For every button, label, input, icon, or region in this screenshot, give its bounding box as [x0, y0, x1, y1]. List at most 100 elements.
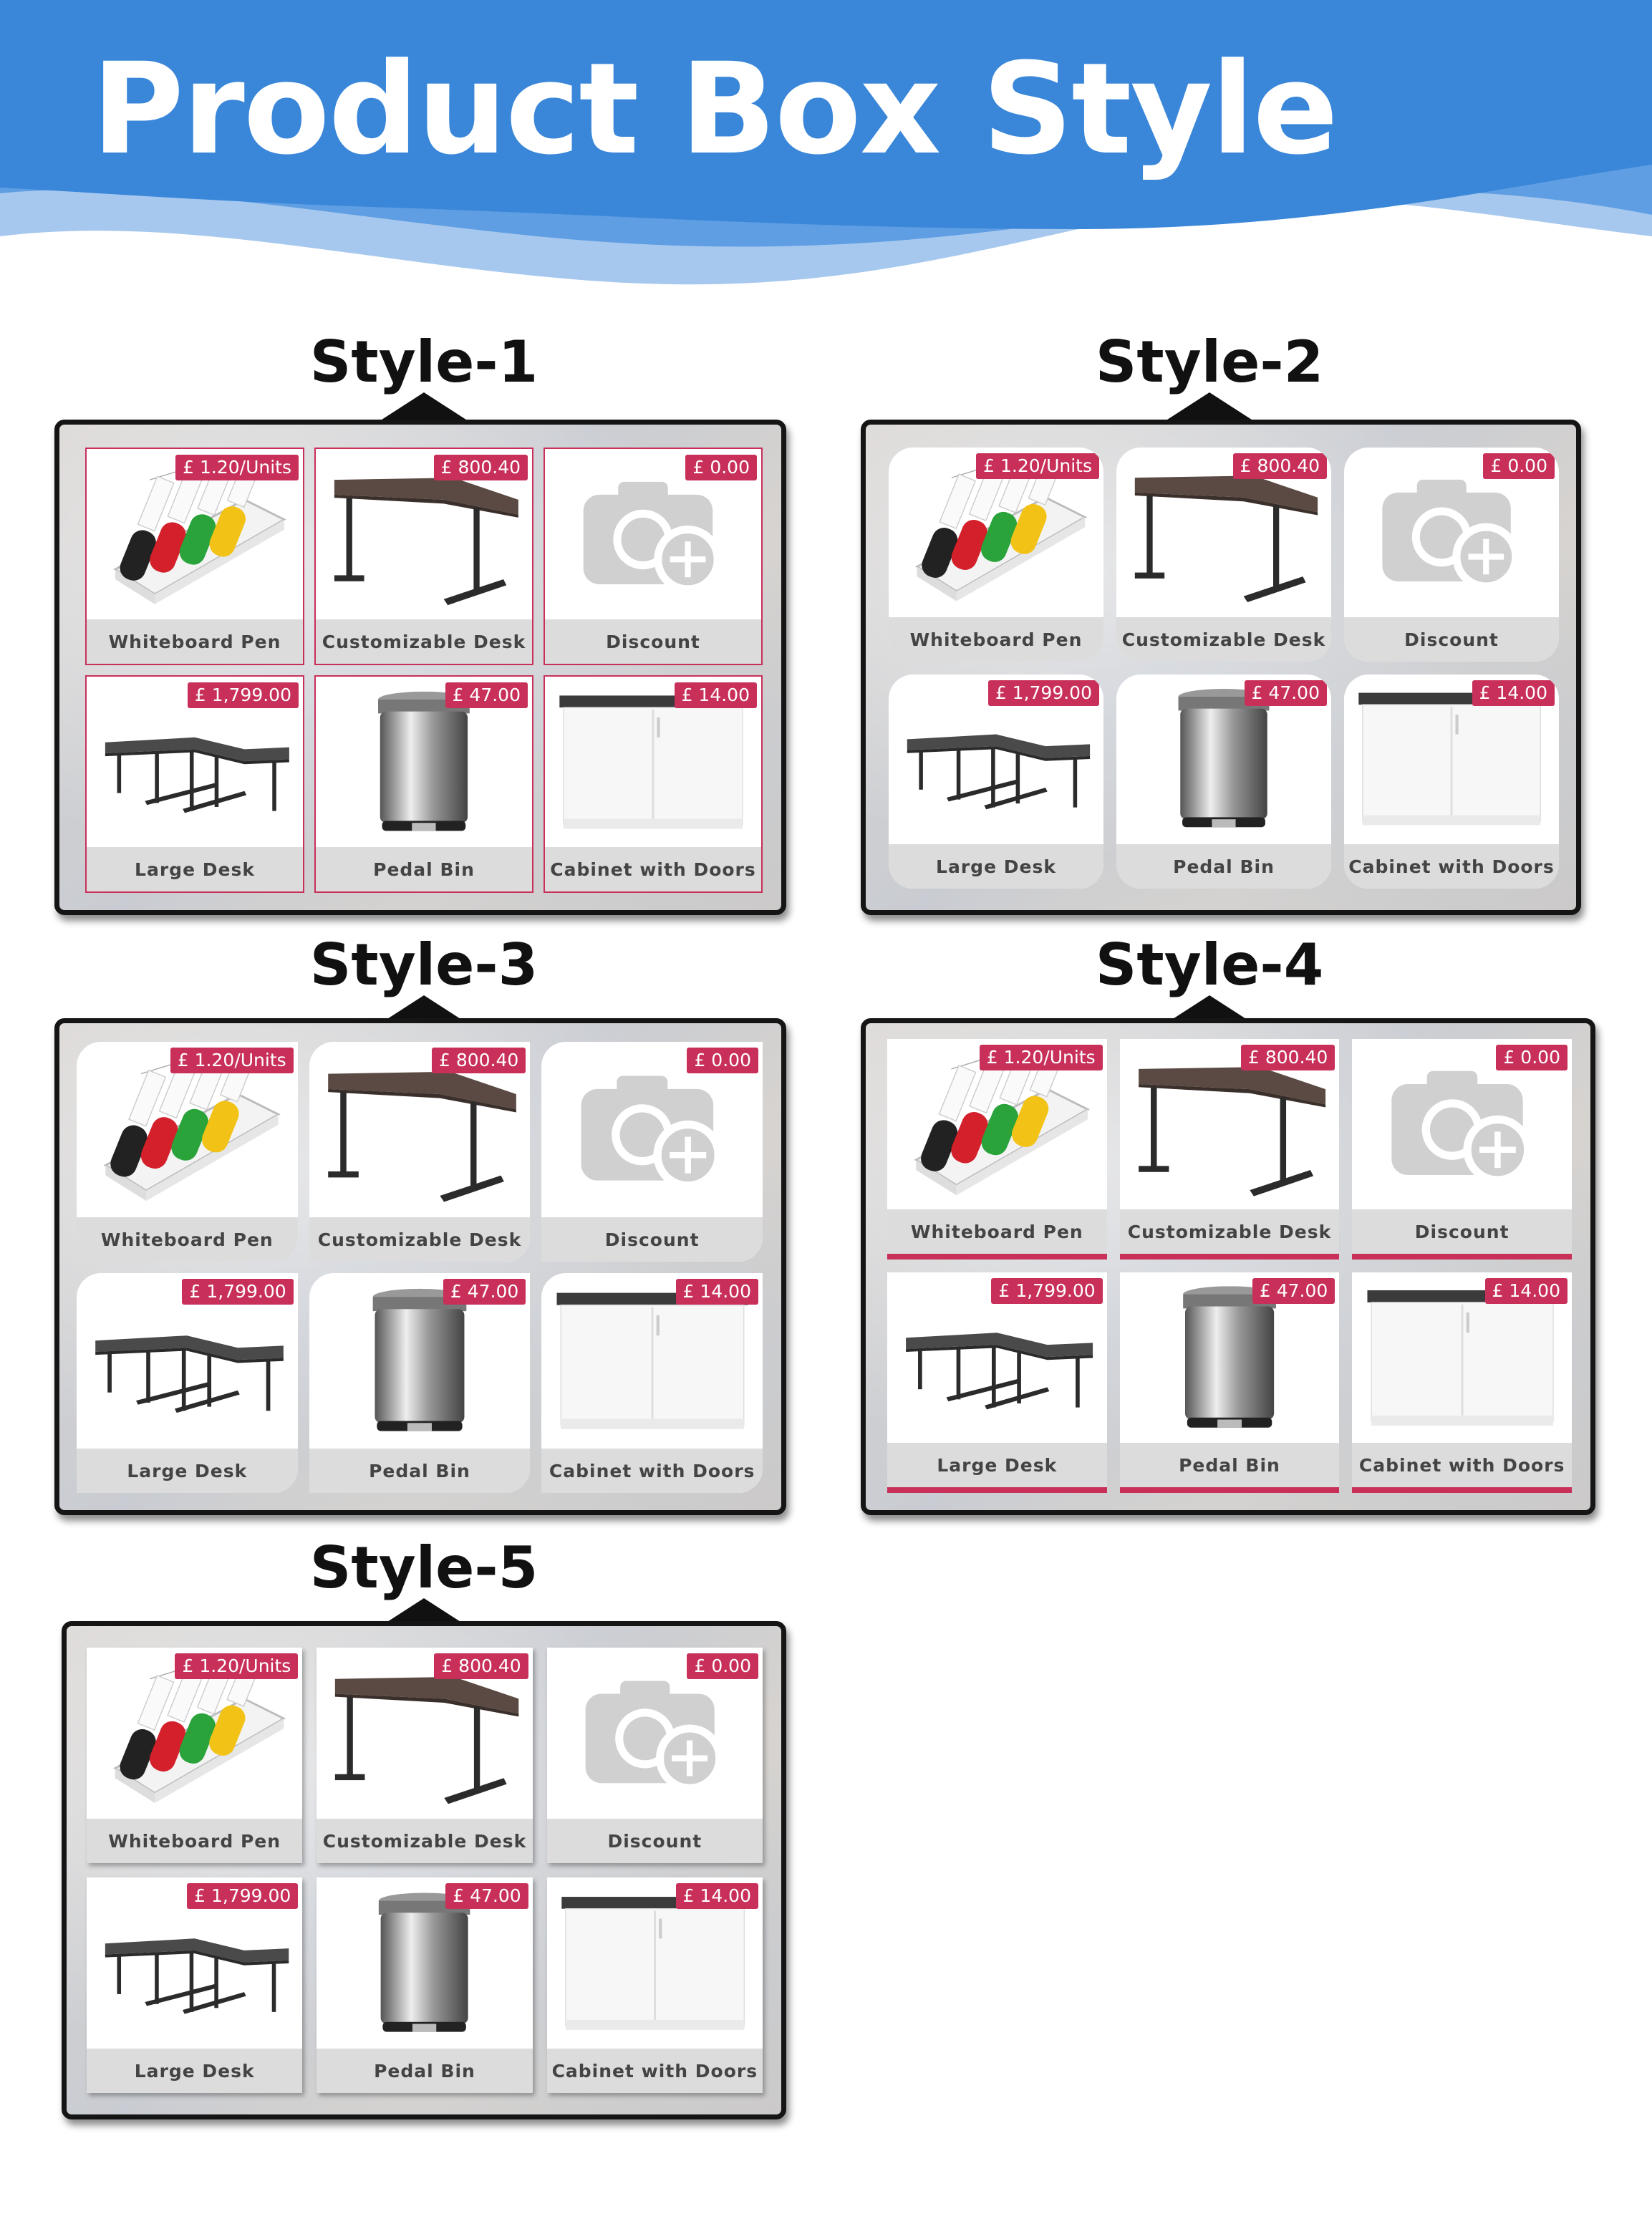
style-5-title: Style-5 [309, 1534, 538, 1601]
price-badge: £ 47.00 [445, 1883, 528, 1909]
price-badge: £ 1.20/Units [976, 453, 1099, 479]
style-2-panel: £ 1.20/Units Whiteboard Pen £ 800.40 Cus… [861, 420, 1581, 915]
product-name: Discount [546, 1819, 763, 1863]
price-badge: £ 47.00 [1252, 1278, 1335, 1304]
product-name: Large Desk [77, 1449, 298, 1493]
product-card-discount[interactable]: £ 0.00 Discount [541, 1042, 763, 1262]
price-badge: £ 1.20/Units [170, 1048, 294, 1073]
product-card-large-desk[interactable]: £ 1,799.00 Large Desk [889, 675, 1103, 889]
product-card-pedal-bin[interactable]: £ 47.00 Pedal Bin [1116, 675, 1331, 889]
price-badge: £ 1,799.00 [182, 1279, 294, 1305]
product-name: Pedal Bin [1116, 844, 1331, 889]
product-name: Discount [1344, 617, 1559, 662]
price-badge: £ 0.00 [685, 455, 757, 480]
product-name: Discount [545, 619, 761, 664]
product-name: Customizable Desk [1119, 1209, 1340, 1254]
product-name: Customizable Desk [1116, 617, 1331, 662]
product-card-customizable-desk[interactable]: £ 800.40 Customizable Desk [309, 1042, 531, 1262]
page-title: Product Box Style [92, 36, 1338, 183]
price-badge: £ 1,799.00 [187, 1883, 299, 1909]
header-banner: Product Box Style [0, 0, 1652, 315]
price-badge: £ 1,799.00 [987, 680, 1099, 706]
product-name: Large Desk [887, 1443, 1107, 1487]
price-badge: £ 14.00 [675, 1279, 758, 1305]
product-card-customizable-desk[interactable]: £ 800.40 Customizable Desk [1116, 448, 1331, 662]
price-badge: £ 47.00 [1244, 680, 1327, 706]
style-1-panel: £ 1.20/Units Whiteboard Pen £ 800.40 Cus… [54, 420, 786, 915]
style-2-title: Style-2 [1095, 329, 1324, 395]
product-card-discount[interactable]: £ 0.00 Discount [1352, 1039, 1572, 1260]
product-name: Large Desk [87, 2049, 303, 2093]
product-card-whiteboard-pen[interactable]: £ 1.20/Units Whiteboard Pen [889, 448, 1103, 662]
product-card-pedal-bin[interactable]: £ 47.00 Pedal Bin [317, 1877, 533, 2093]
price-badge: £ 1.20/Units [175, 455, 299, 480]
price-badge: £ 800.40 [1241, 1045, 1335, 1070]
style-3-title: Style-3 [309, 932, 538, 998]
product-name: Whiteboard Pen [87, 619, 303, 664]
product-name: Large Desk [889, 844, 1103, 889]
price-badge: £ 1,799.00 [991, 1278, 1103, 1304]
product-card-cabinet-with-doors[interactable]: £ 14.00 Cabinet with Doors [1352, 1272, 1572, 1493]
product-card-whiteboard-pen[interactable]: £ 1.20/Units Whiteboard Pen [77, 1042, 298, 1262]
style-1-pointer [380, 392, 468, 421]
price-badge: £ 14.00 [1472, 680, 1555, 706]
price-badge: £ 0.00 [687, 1048, 758, 1073]
product-name: Discount [1352, 1209, 1572, 1254]
product-name: Large Desk [87, 847, 303, 891]
product-card-pedal-bin[interactable]: £ 47.00 Pedal Bin [314, 675, 533, 893]
product-name: Pedal Bin [316, 847, 532, 891]
product-name: Cabinet with Doors [546, 2049, 763, 2093]
product-grid: £ 1.20/Units Whiteboard Pen £ 800.40 Cus… [87, 1648, 763, 2093]
price-badge: £ 47.00 [445, 682, 528, 708]
price-badge: £ 0.00 [687, 1653, 758, 1679]
price-badge: £ 800.40 [432, 1048, 526, 1073]
product-card-cabinet-with-doors[interactable]: £ 14.00 Cabinet with Doors [1344, 675, 1559, 889]
product-card-large-desk[interactable]: £ 1,799.00 Large Desk [77, 1273, 298, 1493]
product-card-large-desk[interactable]: £ 1,799.00 Large Desk [887, 1272, 1107, 1493]
product-card-pedal-bin[interactable]: £ 47.00 Pedal Bin [1119, 1272, 1340, 1493]
product-grid: £ 1.20/Units Whiteboard Pen £ 800.40 Cus… [85, 448, 763, 893]
product-card-discount[interactable]: £ 0.00 Discount [1344, 448, 1559, 662]
price-badge: £ 14.00 [674, 682, 757, 708]
style-5-panel: £ 1.20/Units Whiteboard Pen £ 800.40 Cus… [62, 1621, 786, 2119]
product-card-discount[interactable]: £ 0.00 Discount [546, 1648, 763, 1863]
product-name: Whiteboard Pen [889, 617, 1103, 662]
product-grid: £ 1.20/Units Whiteboard Pen £ 800.40 Cus… [77, 1042, 763, 1493]
price-badge: £ 1,799.00 [187, 682, 299, 708]
product-name: Pedal Bin [317, 2049, 533, 2093]
price-badge: £ 14.00 [1484, 1278, 1568, 1304]
style-4-panel: £ 1.20/Units Whiteboard Pen £ 800.40 Cus… [861, 1018, 1595, 1515]
price-badge: £ 800.40 [1232, 453, 1327, 479]
product-card-large-desk[interactable]: £ 1,799.00 Large Desk [87, 1877, 303, 2093]
product-card-customizable-desk[interactable]: £ 800.40 Customizable Desk [314, 448, 533, 665]
product-card-customizable-desk[interactable]: £ 800.40 Customizable Desk [1119, 1039, 1340, 1260]
style-3-panel: £ 1.20/Units Whiteboard Pen £ 800.40 Cus… [54, 1018, 786, 1515]
product-card-whiteboard-pen[interactable]: £ 1.20/Units Whiteboard Pen [887, 1039, 1107, 1260]
product-card-whiteboard-pen[interactable]: £ 1.20/Units Whiteboard Pen [85, 448, 304, 665]
price-badge: £ 0.00 [1483, 453, 1555, 479]
price-badge: £ 1.20/Units [175, 1653, 299, 1679]
product-name: Cabinet with Doors [541, 1449, 763, 1493]
product-grid: £ 1.20/Units Whiteboard Pen £ 800.40 Cus… [889, 448, 1559, 889]
product-name: Cabinet with Doors [1352, 1443, 1572, 1487]
product-name: Whiteboard Pen [887, 1209, 1107, 1254]
price-badge: £ 0.00 [1496, 1045, 1568, 1070]
product-card-large-desk[interactable]: £ 1,799.00 Large Desk [85, 675, 304, 893]
price-badge: £ 14.00 [675, 1883, 758, 1909]
product-card-cabinet-with-doors[interactable]: £ 14.00 Cabinet with Doors [541, 1273, 763, 1493]
style-1-title: Style-1 [309, 329, 538, 395]
product-card-cabinet-with-doors[interactable]: £ 14.00 Cabinet with Doors [544, 675, 763, 893]
product-name: Customizable Desk [317, 1819, 533, 1863]
price-badge: £ 800.40 [433, 455, 528, 480]
product-card-pedal-bin[interactable]: £ 47.00 Pedal Bin [309, 1273, 531, 1493]
product-card-whiteboard-pen[interactable]: £ 1.20/Units Whiteboard Pen [87, 1648, 303, 1863]
price-badge: £ 1.20/Units [979, 1045, 1103, 1070]
product-name: Pedal Bin [309, 1449, 531, 1493]
price-badge: £ 800.40 [434, 1653, 528, 1679]
product-name: Customizable Desk [309, 1217, 531, 1262]
product-card-customizable-desk[interactable]: £ 800.40 Customizable Desk [317, 1648, 533, 1863]
product-card-cabinet-with-doors[interactable]: £ 14.00 Cabinet with Doors [546, 1877, 763, 2093]
price-badge: £ 47.00 [443, 1279, 526, 1305]
style-4-title: Style-4 [1095, 932, 1324, 998]
product-card-discount[interactable]: £ 0.00 Discount [544, 448, 763, 665]
